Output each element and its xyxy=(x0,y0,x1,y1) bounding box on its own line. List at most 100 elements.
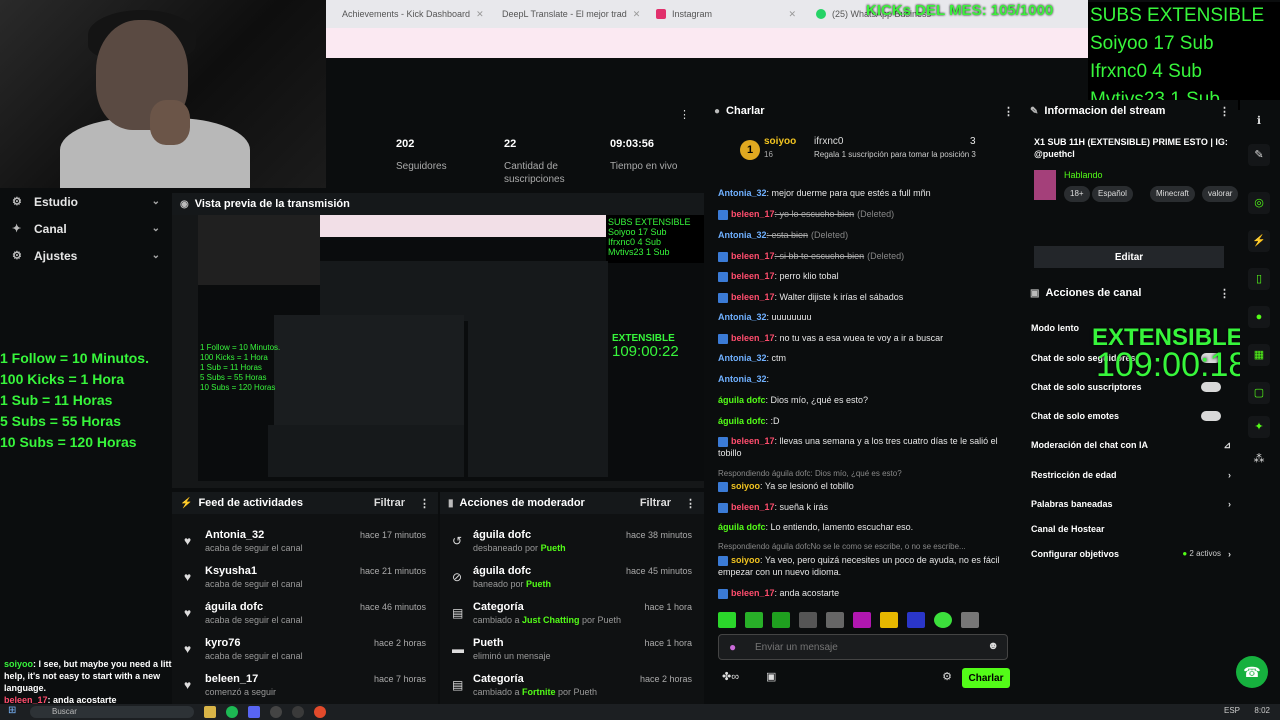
chat-message[interactable]: águila dofc: Dios mío, ¿qué es esto? xyxy=(718,394,1018,406)
info-icon[interactable]: ℹ xyxy=(1248,110,1270,132)
chat-message[interactable]: beleen_17: llevas una semana y a los tre… xyxy=(718,435,1018,459)
action-age-restriction[interactable]: Restricción de edad › xyxy=(1031,470,1231,480)
pencil-icon[interactable]: ✎ xyxy=(1248,144,1270,166)
emote[interactable] xyxy=(961,612,979,628)
emote[interactable] xyxy=(745,612,763,628)
help-button[interactable]: ☎ xyxy=(1236,656,1268,688)
chat-username[interactable]: beleen_17 xyxy=(731,251,775,261)
emote[interactable] xyxy=(907,612,925,628)
chat-message[interactable]: beleen_17: sueña k irás xyxy=(718,501,1018,513)
emotes-only-toggle[interactable] xyxy=(1201,411,1221,421)
chat-username[interactable]: águila dofc xyxy=(718,522,766,532)
explorer-icon[interactable] xyxy=(204,706,216,718)
system-tray[interactable]: ESP xyxy=(1224,706,1240,715)
send-chat-button[interactable]: Charlar xyxy=(962,668,1010,688)
app-icon[interactable] xyxy=(292,706,304,718)
chat-username[interactable]: Antonia_32 xyxy=(718,188,767,198)
wrench-icon[interactable]: ✦ xyxy=(1248,416,1270,438)
chat-username[interactable]: beleen_17 xyxy=(731,436,775,446)
preview-video[interactable]: SUBS EXTENSIBLE Soiyoo 17 Sub Ifrxnc0 4 Su… xyxy=(198,215,704,481)
chat-message[interactable]: Antonia_32: esta bien (Deleted) xyxy=(718,229,1018,241)
chat-message[interactable]: beleen_17: anda acostarte xyxy=(718,587,1018,599)
address-bar[interactable] xyxy=(326,28,1088,58)
emote[interactable] xyxy=(880,612,898,628)
clipboard-icon[interactable]: ▯ xyxy=(1248,268,1270,290)
chat-bubble-icon[interactable]: ● xyxy=(1248,306,1270,328)
chat-username[interactable]: Antonia_32 xyxy=(718,374,767,384)
chat-username[interactable]: beleen_17 xyxy=(731,333,775,343)
gear-icon[interactable]: ⚙ xyxy=(942,670,952,683)
windows-start-icon[interactable]: ⊞ xyxy=(8,705,16,716)
close-icon[interactable]: ✕ xyxy=(633,9,641,20)
action-goals[interactable]: Configurar objetivos ● 2 activos › xyxy=(1031,549,1231,559)
emote[interactable] xyxy=(718,612,736,628)
taskbar-search[interactable]: Buscar xyxy=(30,706,194,718)
chat-username[interactable]: águila dofc xyxy=(718,395,766,405)
more-icon[interactable]: ⋮ xyxy=(1219,287,1230,300)
chat-message[interactable]: águila dofc: :D xyxy=(718,415,1018,427)
chat-username[interactable]: beleen_17 xyxy=(731,209,775,219)
action-ai-moderation[interactable]: Moderación del chat con IA ⊿ xyxy=(1031,440,1231,450)
discord-icon[interactable] xyxy=(248,706,260,718)
settings-icon[interactable]: ⁂ xyxy=(1248,448,1270,470)
chat-message[interactable]: beleen_17: Walter dijiste k irías el sáb… xyxy=(718,291,1018,303)
emote[interactable] xyxy=(826,612,844,628)
chrome-icon[interactable] xyxy=(314,706,326,718)
tab-instagram[interactable]: Instagram ✕ xyxy=(646,0,806,28)
chat-message[interactable]: beleen_17: yo lo escucho bien (Deleted) xyxy=(718,208,1018,220)
grid-icon[interactable]: ▦ xyxy=(1248,344,1270,366)
chat-message[interactable]: beleen_17: si bb te escucho bien (Deleted… xyxy=(718,250,1018,262)
emote[interactable] xyxy=(853,612,871,628)
mic-icon[interactable]: ● xyxy=(729,640,736,654)
action-host-channel[interactable]: Canal de Hostear xyxy=(1031,524,1231,534)
tab-deepl[interactable]: DeepL Translate - El mejor trad ✕ xyxy=(486,0,646,28)
filter-button[interactable]: Filtrar xyxy=(640,497,671,509)
filter-button[interactable]: Filtrar xyxy=(374,497,405,509)
spotify-icon[interactable] xyxy=(226,706,238,718)
more-icon[interactable]: ⋮ xyxy=(1219,105,1230,118)
chat-username[interactable]: soiyoo xyxy=(731,481,760,491)
chat-username[interactable]: beleen_17 xyxy=(731,588,775,598)
points-icon[interactable]: ✤∞ xyxy=(722,670,739,683)
chat-message[interactable]: Antonia_32: ctm xyxy=(718,352,1018,364)
chat-username[interactable]: beleen_17 xyxy=(731,292,775,302)
chat-message[interactable]: Antonia_32: xyxy=(718,373,1018,385)
chat-message[interactable]: Antonia_32: mejor duerme para que estés … xyxy=(718,187,1018,199)
chat-message[interactable]: Antonia_32: uuuuuuuu xyxy=(718,311,1018,323)
chat-username[interactable]: Antonia_32 xyxy=(718,230,767,240)
chat-username[interactable]: beleen_17 xyxy=(731,271,775,281)
chat-username[interactable]: Antonia_32 xyxy=(718,312,767,322)
chat-username[interactable]: águila dofc xyxy=(718,416,766,426)
box-icon[interactable]: ▢ xyxy=(1248,382,1270,404)
more-icon[interactable]: ⋮ xyxy=(685,497,696,510)
emote[interactable] xyxy=(934,612,952,628)
target-icon[interactable]: ◎ xyxy=(1248,192,1270,214)
close-icon[interactable]: ✕ xyxy=(476,9,484,20)
emote[interactable] xyxy=(772,612,790,628)
emote[interactable] xyxy=(799,612,817,628)
chat-message[interactable]: águila dofc: Lo entiendo, lamento escuch… xyxy=(718,521,1018,533)
edit-stream-button[interactable]: Editar xyxy=(1034,246,1224,268)
chat-username[interactable]: beleen_17 xyxy=(731,502,775,512)
chat-message[interactable]: soiyoo: Ya veo, pero quizá necesites un … xyxy=(718,554,1018,578)
more-icon[interactable]: ⋮ xyxy=(679,108,690,121)
chat-message[interactable]: soiyoo: Ya se lesionó el tobillo xyxy=(718,480,1018,492)
chat-username[interactable]: soiyoo xyxy=(731,555,760,565)
chat-input[interactable] xyxy=(753,639,973,655)
chat-message[interactable]: beleen_17: no tu vas a esa wuea te voy a… xyxy=(718,332,1018,344)
bolt-icon[interactable]: ⚡ xyxy=(1248,230,1270,252)
chat-username[interactable]: Antonia_32 xyxy=(718,353,767,363)
emoji-icon[interactable]: ☻ xyxy=(987,640,999,652)
more-icon[interactable]: ⋮ xyxy=(419,497,430,510)
sidebar-item-estudio[interactable]: ⚙ Estudio ⌄ xyxy=(0,188,172,215)
close-icon[interactable]: ✕ xyxy=(788,9,796,20)
more-icon[interactable]: ⋮ xyxy=(1003,105,1014,118)
chat-message[interactable]: beleen_17: perro klio tobal xyxy=(718,270,1018,282)
gift-icon[interactable]: ▣ xyxy=(766,670,776,683)
tab-kick[interactable]: Achievements - Kick Dashboard ✕ xyxy=(326,0,486,28)
action-emotes-only[interactable]: Chat de solo emotes xyxy=(1031,411,1231,421)
obs-icon[interactable] xyxy=(270,706,282,718)
sidebar-item-ajustes[interactable]: ⚙ Ajustes ⌄ xyxy=(0,242,172,269)
sidebar-item-canal[interactable]: ✦ Canal ⌄ xyxy=(0,215,172,242)
action-banned-words[interactable]: Palabras baneadas › xyxy=(1031,499,1231,509)
